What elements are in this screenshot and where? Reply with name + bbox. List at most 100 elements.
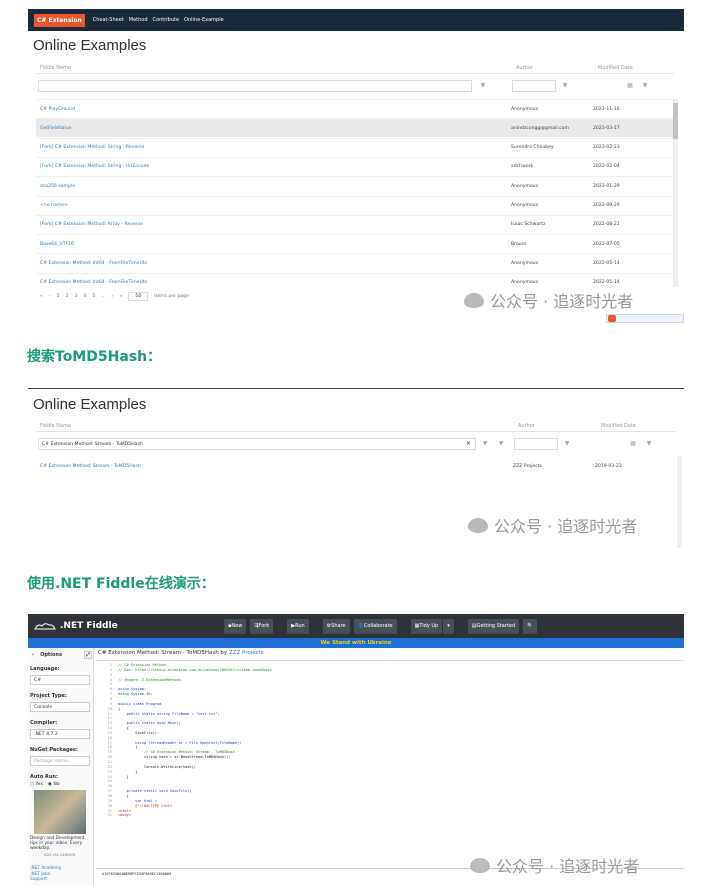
academy-link[interactable]: .NET Academy [30,866,61,872]
fiddle-name-link[interactable]: sha256 sample [36,184,511,189]
line-number: 32 [107,813,112,818]
search-button[interactable]: 🔍 [523,618,538,634]
owner-link[interactable]: ZZZ Projects [229,650,264,656]
ad-via[interactable]: ADS VIA CARBON [44,853,75,857]
table-row[interactable]: [Fork] C# Extension Method: String - Rev… [36,137,676,157]
filter-icon[interactable]: ▼ [644,440,654,447]
code-line[interactable]: public static string FileName = "test.tx… [118,712,220,717]
prev-page-button[interactable]: ‹ [49,294,51,299]
page-size-select[interactable]: 50 [128,292,149,301]
col-header-name[interactable]: Fiddle Name [40,423,71,429]
fiddle-name-link[interactable]: C# Extension Method: Int64 - FromFileTim… [36,261,511,266]
run-button[interactable]: ▶ Run [287,618,309,634]
code-line[interactable]: SaveFile(); [118,731,159,736]
nav-link-online-example[interactable]: Online-Example [184,17,224,23]
share-button[interactable]: ⚙ Share [322,618,350,634]
filter-icon[interactable]: ▼ [560,82,570,89]
fiddle-name-link[interactable]: [Fork] C# Extension Method: Array - Reve… [36,222,511,227]
divider [96,660,684,661]
table-row[interactable]: GetFieldValue anindzcongg@gmail.com 2023-0… [36,118,676,138]
code-line[interactable]: string hash = sr.BaseStream.ToMD5Hash(); [118,755,231,760]
filter-icon[interactable]: ▼ [562,440,572,447]
fiddle-name-link[interactable]: [Fork] C# Extension Method: String - Url… [36,164,511,169]
nuget-input[interactable]: Package name... [30,756,90,766]
more-pages-button[interactable]: ... [101,294,105,299]
code-line[interactable]: using System.IO; [118,692,153,697]
nav-link-method[interactable]: Method [129,17,148,23]
page-button[interactable]: 1 [57,294,60,299]
ad-image[interactable] [34,790,86,834]
collaborate-button[interactable]: 👤 Collaborate [353,618,397,634]
support-link[interactable]: Support [30,877,61,883]
table-row[interactable]: C# PlayGround Anonymous 2023-11-16 [36,99,676,118]
table-row[interactable]: sha256 sample Anonymous 2023-01-29 [36,176,676,195]
calendar-icon[interactable]: ▦ [625,82,635,89]
fiddle-name-link[interactable]: GetFieldValue [36,126,511,131]
ukraine-banner[interactable]: We Stand with Ukraine [28,638,684,648]
name-filter-input[interactable] [38,80,472,92]
col-header-author[interactable]: Author [516,65,533,71]
fiddle-name-link[interactable]: <no name> [36,203,511,208]
page-button[interactable]: 3 [75,294,78,299]
name-filter-input[interactable]: C# Extension Method: Stream - ToMD5Hash [38,438,476,450]
page-button[interactable]: 4 [83,294,86,299]
language-select[interactable]: C# [30,675,90,685]
ad-text[interactable]: Design and Development tips in your inbo… [30,836,92,852]
calendar-icon[interactable]: ▦ [628,440,638,447]
fiddle-navbar: .NET Fiddle ▪ New ⇶ Fork ▶ Run ⚙ Share 👤 … [28,614,684,638]
author-filter-input[interactable] [514,438,558,450]
page-button[interactable]: 2 [66,294,69,299]
table-row[interactable]: C# Extension Method: Stream - ToMD5Hash … [36,457,676,476]
page-button[interactable]: 5 [92,294,95,299]
nav-link-cheat-sheet[interactable]: Cheat-Sheet [93,17,124,23]
code-line[interactable]: // Doc: https://csharp-extension.com/en/… [118,668,272,673]
wechat-icon [470,857,490,873]
code-line[interactable]: private static void SaveFile() [118,789,192,794]
grid-scrollbar[interactable] [677,456,682,548]
new-button[interactable]: ▪ New [224,618,247,634]
date-cell: 2022-08-21 [593,222,620,228]
clear-filter-icon[interactable]: ▼ [496,440,506,447]
brand-logo[interactable]: C# Extension [34,13,85,27]
table-row[interactable]: [Fork] C# Extension Method: Array - Reve… [36,214,676,234]
project-type-select[interactable]: Console [30,702,90,712]
auto-run-no-radio[interactable]: ◉ No [48,782,60,787]
filter-icon[interactable]: ▼ [480,440,490,447]
fiddle-name-link[interactable]: C# Extension Method: Stream - ToMD5Hash [36,464,511,469]
filter-icon[interactable]: ▼ [640,82,650,89]
fork-button[interactable]: ⇶ Fork [250,618,274,634]
table-row[interactable]: C# Extension Method: Int64 - FromFileTim… [36,253,676,272]
first-page-button[interactable]: « [40,294,43,299]
next-page-button[interactable]: › [112,294,114,299]
filter-icon[interactable]: ▼ [478,82,488,89]
code-line[interactable]: public class Program [118,702,161,707]
last-page-button[interactable]: » [120,294,123,299]
tidy-up-dropdown[interactable]: ▾ [443,618,454,634]
code-line[interactable]: // @nuget: Z.ExtensionMethods [118,678,181,683]
tidy-up-button[interactable]: ▦ Tidy Up [410,618,443,634]
col-header-author[interactable]: Author [518,423,535,429]
author-cell: Anonymous [511,203,539,208]
expand-icon[interactable]: ⤢ [83,651,92,659]
collapse-icon[interactable]: ‹ [32,652,34,658]
col-header-date[interactable]: Modified Date [598,65,633,71]
col-header-date[interactable]: Modified Date [601,423,636,429]
code-line[interactable]: } [118,775,129,780]
table-row[interactable]: Base64_UTF16 Brouss 2022-07-05 [36,234,676,253]
table-row[interactable]: <no name> Anonymous 2022-09-29 [36,195,676,215]
getting-started-button[interactable]: ▤ Getting Started [467,618,520,634]
fiddle-logo[interactable]: .NET Fiddle [34,621,224,631]
code-line[interactable]: <body> [118,813,131,818]
nav-link-contribute[interactable]: Contribute [153,17,180,23]
fiddle-name-link[interactable]: [Fork] C# Extension Method: String - Rev… [36,145,511,150]
clear-filter-button[interactable]: × [466,440,471,447]
fiddle-name-link[interactable]: C# Extension Method: Int64 - FromFileTim… [36,280,511,285]
table-row[interactable]: [Fork] C# Extension Method: String - Url… [36,156,676,176]
auto-run-yes-radio[interactable]: ○ Yes [30,782,43,787]
fiddle-name-link[interactable]: Base64_UTF16 [36,242,511,247]
author-filter-input[interactable] [512,80,556,92]
compiler-select[interactable]: .NET 4.7.2 [30,729,90,739]
grid-scrollbar[interactable] [673,99,678,287]
fiddle-name-link[interactable]: C# PlayGround [36,107,511,112]
col-header-name[interactable]: Fiddle Name [40,65,71,71]
